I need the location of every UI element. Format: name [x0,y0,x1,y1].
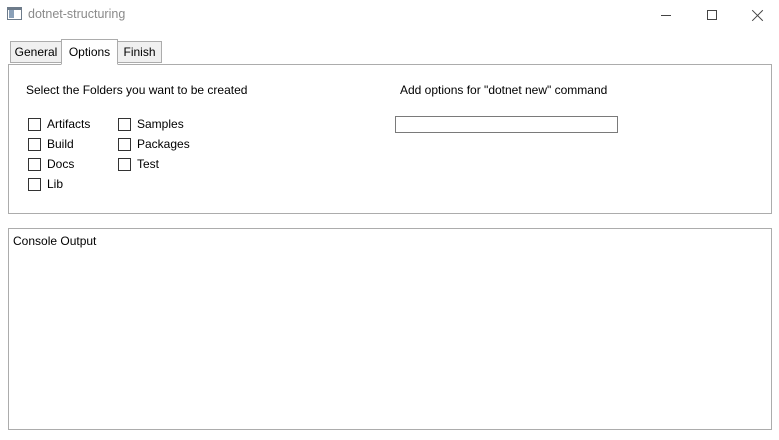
checkbox-label: Build [47,137,74,151]
checkbox-packages[interactable]: Packages [118,136,190,152]
checkbox-box[interactable] [118,137,131,151]
checkbox-lib[interactable]: Lib [28,176,63,192]
close-button[interactable] [735,0,779,30]
command-options-label: Add options for "dotnet new" command [400,83,608,97]
folders-label: Select the Folders you want to be create… [26,83,248,97]
tab-general[interactable]: General [10,41,62,63]
window-title: dotnet-structuring [28,7,126,21]
minimize-icon [661,14,671,16]
title-bar: dotnet-structuring [0,0,779,30]
options-tab-panel: Select the Folders you want to be create… [8,64,772,214]
checkbox-test[interactable]: Test [118,156,159,172]
app-window-icon [7,7,22,20]
checkbox-box[interactable] [28,177,41,191]
checkbox-build[interactable]: Build [28,136,74,152]
checkbox-samples[interactable]: Samples [118,116,184,132]
checkbox-box[interactable] [28,157,41,171]
maximize-icon [707,10,717,20]
close-icon [752,9,764,21]
checkbox-box[interactable] [28,117,41,131]
tab-options[interactable]: Options [61,39,118,65]
checkbox-box[interactable] [118,117,131,131]
maximize-button[interactable] [689,0,735,30]
checkbox-label: Docs [47,157,75,171]
checkbox-label: Artifacts [47,117,91,131]
checkbox-box[interactable] [118,157,131,171]
minimize-button[interactable] [643,0,689,30]
checkbox-label: Samples [137,117,184,131]
console-output[interactable]: Console Output [8,228,772,430]
checkbox-label: Packages [137,137,190,151]
console-output-label: Console Output [13,234,97,248]
checkbox-box[interactable] [28,137,41,151]
checkbox-docs[interactable]: Docs [28,156,74,172]
checkbox-label: Lib [47,177,64,191]
checkbox-label: Test [137,157,160,171]
tab-finish[interactable]: Finish [117,41,162,63]
checkbox-artifacts[interactable]: Artifacts [28,116,90,132]
command-options-input[interactable] [395,116,618,133]
